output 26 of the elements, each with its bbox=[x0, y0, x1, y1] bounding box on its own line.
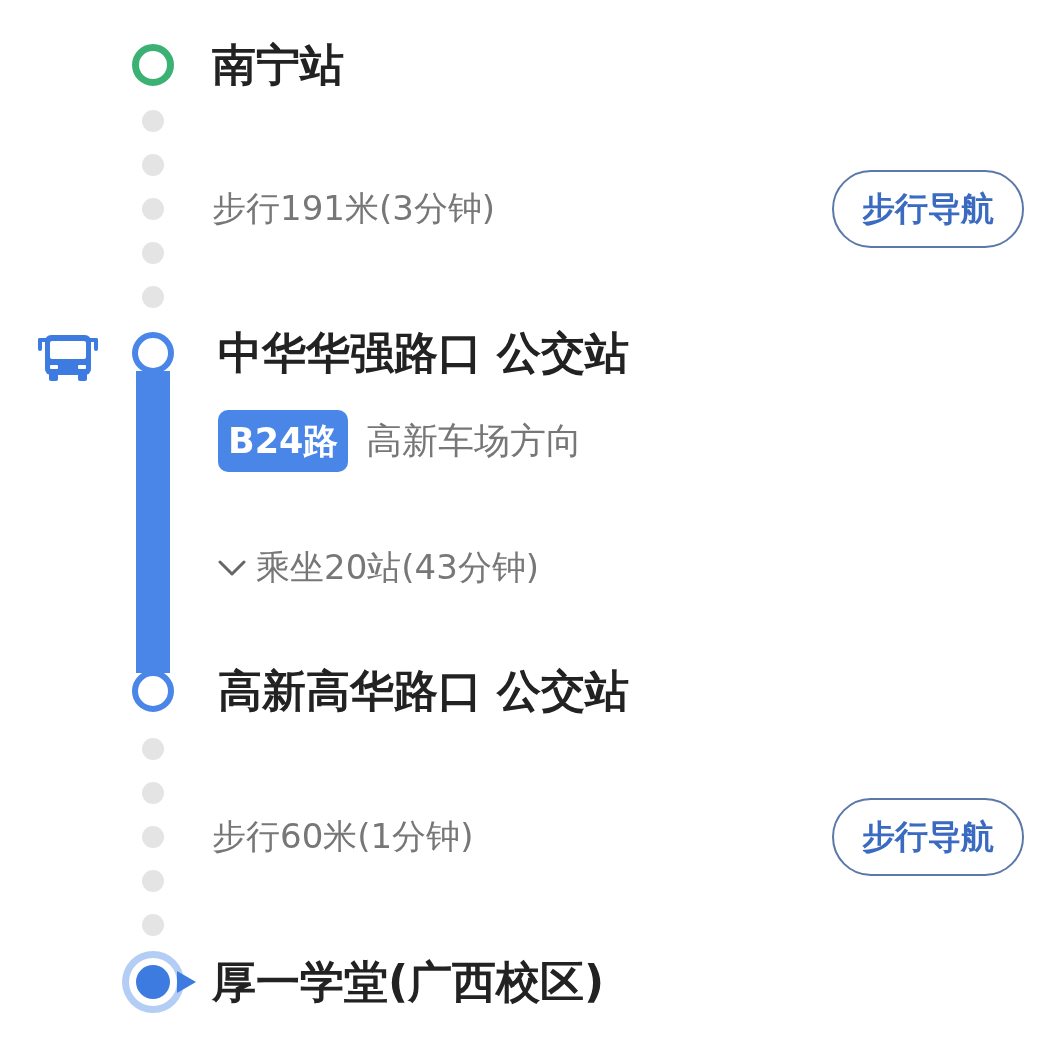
start-marker-icon bbox=[132, 44, 174, 86]
dot-icon bbox=[142, 870, 164, 892]
walk-summary: 步行191米(3分钟) bbox=[212, 187, 496, 230]
dot-icon bbox=[142, 826, 164, 848]
dot-icon bbox=[142, 286, 164, 308]
station-name: 南宁站 bbox=[212, 40, 344, 90]
dot-icon bbox=[142, 782, 164, 804]
stop-marker-icon bbox=[132, 332, 174, 374]
bus-stop-name: 高新高华路口 公交站 bbox=[218, 670, 630, 712]
dot-icon bbox=[142, 198, 164, 220]
station-name: 厚一学堂(广西校区) bbox=[212, 955, 605, 1009]
dot-icon bbox=[142, 914, 164, 936]
dot-icon bbox=[142, 738, 164, 760]
walk-navigation-button[interactable]: 步行导航 bbox=[832, 170, 1024, 248]
destination-marker-icon bbox=[122, 951, 196, 1013]
bus-icon bbox=[38, 335, 98, 381]
ride-stops-toggle[interactable]: 乘坐20站(43分钟) bbox=[218, 548, 540, 588]
dot-icon bbox=[142, 154, 164, 176]
dot-icon bbox=[142, 242, 164, 264]
walk-navigation-button[interactable]: 步行导航 bbox=[832, 798, 1024, 876]
walk-summary: 步行60米(1分钟) bbox=[212, 815, 474, 858]
stop-marker-icon bbox=[132, 670, 174, 712]
dot-icon bbox=[142, 110, 164, 132]
bus-line-label: B24路 bbox=[218, 410, 349, 472]
bus-stop-name: 中华华强路口 公交站 bbox=[218, 332, 630, 374]
direction-text: 高新车场方向 bbox=[366, 418, 583, 463]
